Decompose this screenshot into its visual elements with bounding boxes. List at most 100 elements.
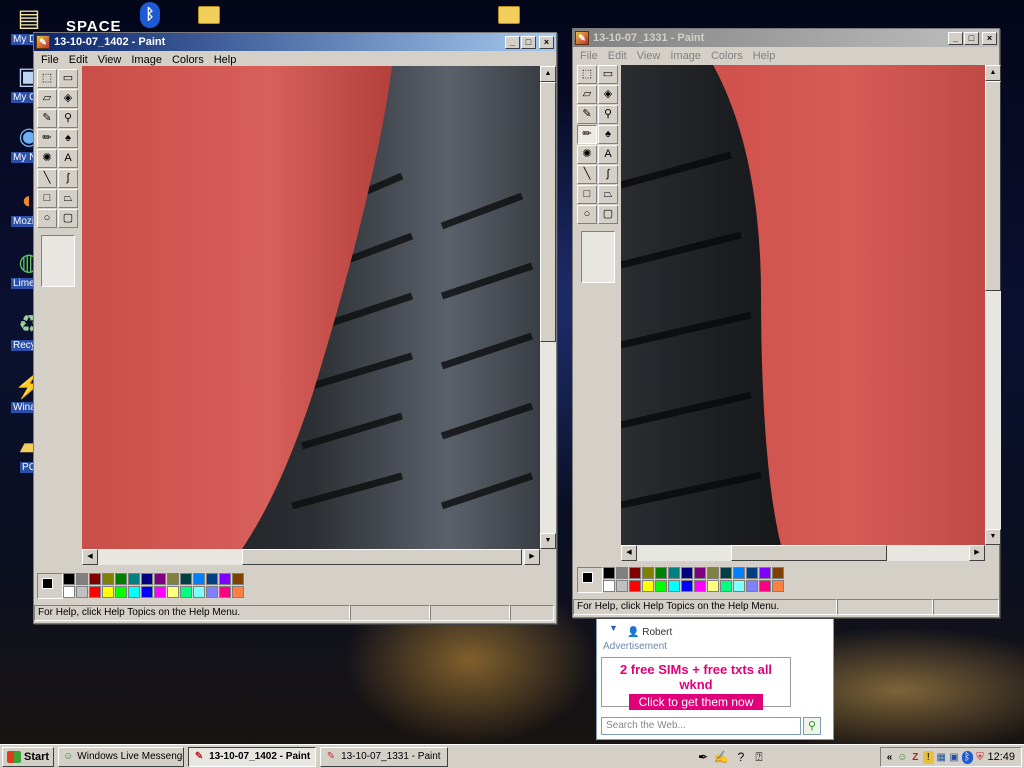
scroll-up-icon[interactable]: ▲ bbox=[985, 65, 1001, 81]
display-icon[interactable]: ▣ bbox=[949, 751, 960, 764]
palette-swatch[interactable] bbox=[63, 573, 75, 585]
rectangle-icon[interactable]: □ bbox=[37, 189, 57, 208]
question-pointer-icon[interactable]: ⍰ bbox=[750, 748, 768, 766]
pen-tool-icon[interactable]: ✒ bbox=[694, 748, 712, 766]
palette-swatch[interactable] bbox=[720, 567, 732, 579]
menu-help[interactable]: Help bbox=[748, 50, 781, 62]
palette-swatch[interactable] bbox=[167, 573, 179, 585]
palette-swatch[interactable] bbox=[232, 586, 244, 598]
color-picker-icon[interactable]: ✎ bbox=[37, 109, 57, 128]
palette-swatch[interactable] bbox=[102, 573, 114, 585]
palette-swatch[interactable] bbox=[707, 580, 719, 592]
menu-edit[interactable]: Edit bbox=[64, 54, 93, 66]
palette-swatch[interactable] bbox=[128, 573, 140, 585]
free-select-icon[interactable]: ⬚ bbox=[577, 65, 597, 84]
palette-swatch[interactable] bbox=[681, 580, 693, 592]
horizontal-scrollbar[interactable]: ◀ ▶ bbox=[621, 545, 985, 561]
ad-cta-button[interactable]: Click to get them now bbox=[628, 694, 764, 710]
scroll-left-icon[interactable]: ◀ bbox=[621, 545, 637, 561]
polygon-icon[interactable]: ⏢ bbox=[598, 185, 618, 204]
palette-swatch[interactable] bbox=[76, 573, 88, 585]
palette-swatch[interactable] bbox=[616, 567, 628, 579]
palette-swatch[interactable] bbox=[76, 586, 88, 598]
paint-app-icon[interactable]: ✎ bbox=[36, 35, 50, 49]
resize-grip[interactable] bbox=[933, 599, 999, 615]
canvas-area[interactable] bbox=[82, 66, 540, 549]
palette-swatch[interactable] bbox=[694, 567, 706, 579]
palette-swatch[interactable] bbox=[603, 567, 615, 579]
curve-icon[interactable]: ∫ bbox=[598, 165, 618, 184]
palette-swatch[interactable] bbox=[180, 573, 192, 585]
vertical-scroll-thumb[interactable] bbox=[985, 81, 1001, 291]
palette-swatch[interactable] bbox=[772, 567, 784, 579]
foreground-color[interactable] bbox=[42, 578, 53, 589]
palette-swatch[interactable] bbox=[154, 573, 166, 585]
foreground-color[interactable] bbox=[582, 572, 593, 583]
show-hidden-icons-chevron-icon[interactable]: « bbox=[884, 751, 895, 764]
taskbar-item-messenger[interactable]: ☺ Windows Live Messenger bbox=[58, 746, 185, 767]
palette-swatch[interactable] bbox=[128, 586, 140, 598]
bluetooth-icon[interactable]: ᛒ bbox=[140, 2, 160, 28]
airbrush-icon[interactable]: ✺ bbox=[577, 145, 597, 164]
palette-swatch[interactable] bbox=[89, 573, 101, 585]
pencil-icon[interactable]: ✏ bbox=[37, 129, 57, 148]
scroll-down-icon[interactable]: ▼ bbox=[540, 533, 556, 549]
palette-swatch[interactable] bbox=[141, 573, 153, 585]
scroll-up-icon[interactable]: ▲ bbox=[540, 66, 556, 82]
vertical-scroll-thumb[interactable] bbox=[540, 82, 556, 342]
palette-swatch[interactable] bbox=[642, 567, 654, 579]
palette-swatch[interactable] bbox=[694, 580, 706, 592]
palette-swatch[interactable] bbox=[154, 586, 166, 598]
contact-robert[interactable]: 👤 Robert bbox=[627, 627, 672, 638]
polygon-icon[interactable]: ⏢ bbox=[58, 189, 78, 208]
horizontal-scroll-thumb[interactable] bbox=[242, 549, 522, 565]
palette-swatch[interactable] bbox=[115, 586, 127, 598]
zonealarm-icon[interactable]: Z bbox=[910, 751, 921, 764]
menu-file[interactable]: File bbox=[36, 54, 64, 66]
eraser-icon[interactable]: ▱ bbox=[577, 85, 597, 104]
palette-swatch[interactable] bbox=[707, 567, 719, 579]
scroll-down-icon[interactable]: ▼ bbox=[985, 529, 1001, 545]
vertical-scrollbar[interactable]: ▲ ▼ bbox=[985, 65, 1001, 545]
close-button[interactable]: × bbox=[982, 31, 997, 45]
rectangle-icon[interactable]: □ bbox=[577, 185, 597, 204]
menu-image[interactable]: Image bbox=[665, 50, 706, 62]
folder-icon[interactable] bbox=[198, 6, 220, 24]
folder-icon[interactable] bbox=[498, 6, 520, 24]
palette-swatch[interactable] bbox=[681, 567, 693, 579]
palette-swatch[interactable] bbox=[668, 567, 680, 579]
palette-swatch[interactable] bbox=[206, 586, 218, 598]
menu-help[interactable]: Help bbox=[209, 54, 242, 66]
ellipse-icon[interactable]: ○ bbox=[577, 205, 597, 224]
menu-view[interactable]: View bbox=[93, 54, 127, 66]
curve-icon[interactable]: ∫ bbox=[58, 169, 78, 188]
palette-swatch[interactable] bbox=[733, 580, 745, 592]
menu-view[interactable]: View bbox=[632, 50, 666, 62]
menu-edit[interactable]: Edit bbox=[603, 50, 632, 62]
eraser-icon[interactable]: ▱ bbox=[37, 89, 57, 108]
title-bar[interactable]: ✎ 13-10-07_1331 - Paint _ □ × bbox=[573, 29, 999, 47]
palette-swatch[interactable] bbox=[180, 586, 192, 598]
menu-image[interactable]: Image bbox=[126, 54, 167, 66]
security-shield-icon[interactable]: ⛨ bbox=[975, 751, 986, 764]
palette-swatch[interactable] bbox=[219, 573, 231, 585]
color-picker-icon[interactable]: ✎ bbox=[577, 105, 597, 124]
menu-colors[interactable]: Colors bbox=[167, 54, 209, 66]
palette-swatch[interactable] bbox=[733, 567, 745, 579]
palette-swatch[interactable] bbox=[193, 573, 205, 585]
minimize-button[interactable]: _ bbox=[948, 31, 963, 45]
pencil-icon[interactable]: ✏ bbox=[577, 125, 597, 144]
palette-swatch[interactable] bbox=[642, 580, 654, 592]
image-canvas[interactable] bbox=[82, 66, 540, 549]
fill-icon[interactable]: ◈ bbox=[598, 85, 618, 104]
scroll-right-icon[interactable]: ▶ bbox=[969, 545, 985, 561]
taskbar-item-paint-1331[interactable]: ✎ 13-10-07_1331 - Paint bbox=[320, 746, 449, 767]
menu-file[interactable]: File bbox=[575, 50, 603, 62]
clock[interactable]: 12:49 bbox=[988, 751, 1016, 763]
palette-swatch[interactable] bbox=[141, 586, 153, 598]
palette-swatch[interactable] bbox=[655, 580, 667, 592]
scroll-left-icon[interactable]: ◀ bbox=[82, 549, 98, 565]
taskbar-item-paint-1402[interactable]: ✎ 13-10-07_1402 - Paint bbox=[188, 746, 317, 767]
text-icon[interactable]: A bbox=[598, 145, 618, 164]
tool-options-box[interactable] bbox=[41, 235, 75, 287]
